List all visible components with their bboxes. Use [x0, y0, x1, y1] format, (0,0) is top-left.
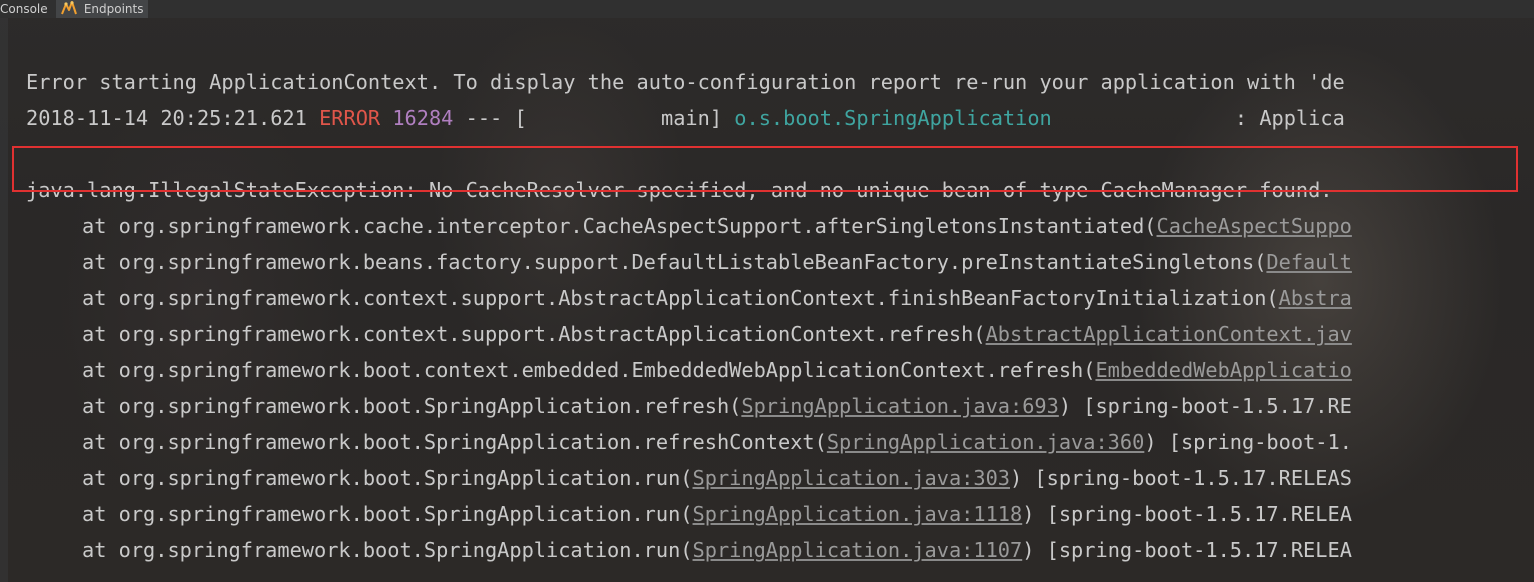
- stack-frame-tail: ) [spring-boot-1.5.17.RE: [1058, 394, 1352, 418]
- endpoints-icon: [60, 1, 78, 15]
- stack-frame-method: at org.springframework.boot.SpringApplic…: [82, 466, 693, 490]
- stack-frame-source-link[interactable]: SpringApplication.java:693: [741, 394, 1058, 418]
- console-line-error-start: Error starting ApplicationContext. To di…: [26, 70, 1345, 94]
- stack-frame-tail: ) [spring-boot-1.5.17.RELEAS: [1010, 466, 1352, 490]
- console-line-log-entry: 2018-11-14 20:25:21.621 ERROR 16284 --- …: [26, 100, 1345, 136]
- log-pid: 16284: [392, 106, 454, 130]
- log-separator: --- [: [465, 106, 527, 130]
- exception-highlight-box: [12, 146, 1518, 192]
- stack-frame-source-link[interactable]: Default: [1266, 250, 1351, 274]
- stack-frame-method: at org.springframework.boot.SpringApplic…: [82, 430, 827, 454]
- console-output[interactable]: Error starting ApplicationContext. To di…: [0, 18, 1534, 582]
- stack-frame-method: at org.springframework.boot.context.embe…: [82, 358, 1096, 382]
- stack-frame: at org.springframework.boot.SpringApplic…: [82, 532, 1352, 568]
- stack-frame-source-link[interactable]: SpringApplication.java:303: [693, 466, 1010, 490]
- tab-console-label: Console: [0, 2, 48, 16]
- stack-frame: at org.springframework.boot.SpringApplic…: [82, 424, 1352, 460]
- stack-frame-tail: ) [spring-boot-1.5.17.RELEA: [1022, 538, 1352, 562]
- stack-frame: at org.springframework.boot.SpringApplic…: [82, 388, 1352, 424]
- stack-frame-source-link[interactable]: SpringApplication.java:1107: [693, 538, 1023, 562]
- log-timestamp: 2018-11-14 20:25:21.621: [26, 106, 307, 130]
- stack-frame: at org.springframework.boot.SpringApplic…: [82, 496, 1352, 532]
- stack-frame: at org.springframework.cache.interceptor…: [82, 208, 1352, 244]
- stack-frame-tail: ) [spring-boot-1.: [1144, 430, 1352, 454]
- stack-frame-source-link[interactable]: EmbeddedWebApplicatio: [1095, 358, 1351, 382]
- stack-frame-source-link[interactable]: CacheAspectSuppo: [1157, 214, 1352, 238]
- stack-frame-method: at org.springframework.boot.SpringApplic…: [82, 394, 742, 418]
- stack-frame-source-link[interactable]: Abstra: [1279, 286, 1352, 310]
- log-level: ERROR: [319, 106, 381, 130]
- stack-frame: at org.springframework.beans.factory.sup…: [82, 244, 1352, 280]
- tab-endpoints-label: Endpoints: [83, 2, 144, 16]
- stack-frame-source-link[interactable]: SpringApplication.java:360: [827, 430, 1144, 454]
- log-thread: main]: [526, 106, 723, 130]
- stack-frame: at org.springframework.boot.SpringApplic…: [82, 460, 1352, 496]
- console-window: Console Endpoints Error starting Applica…: [0, 0, 1534, 582]
- stack-frame-method: at org.springframework.context.support.A…: [82, 286, 1279, 310]
- tool-window-tabbar: Console Endpoints: [0, 0, 1534, 18]
- stack-frame-source-link[interactable]: SpringApplication.java:1118: [693, 502, 1023, 526]
- stack-frame-method: at org.springframework.context.support.A…: [82, 322, 986, 346]
- stack-frame: at org.springframework.context.support.A…: [82, 316, 1352, 352]
- stack-frame-method: at org.springframework.boot.SpringApplic…: [82, 502, 693, 526]
- stack-frame-method: at org.springframework.cache.interceptor…: [82, 214, 1157, 238]
- stack-frame-method: at org.springframework.beans.factory.sup…: [82, 250, 1267, 274]
- stack-frame-method: at org.springframework.boot.SpringApplic…: [82, 538, 693, 562]
- stack-frame: at org.springframework.context.support.A…: [82, 280, 1352, 316]
- log-logger: o.s.boot.SpringApplication: [734, 106, 1052, 130]
- log-message: : Applica: [1051, 106, 1345, 130]
- stack-frame: at org.springframework.boot.context.embe…: [82, 352, 1352, 388]
- tab-console[interactable]: Console: [0, 0, 52, 18]
- tab-endpoints[interactable]: Endpoints: [56, 0, 148, 18]
- stack-frame-source-link[interactable]: AbstractApplicationContext.jav: [986, 322, 1352, 346]
- stack-frame-tail: ) [spring-boot-1.5.17.RELEA: [1022, 502, 1352, 526]
